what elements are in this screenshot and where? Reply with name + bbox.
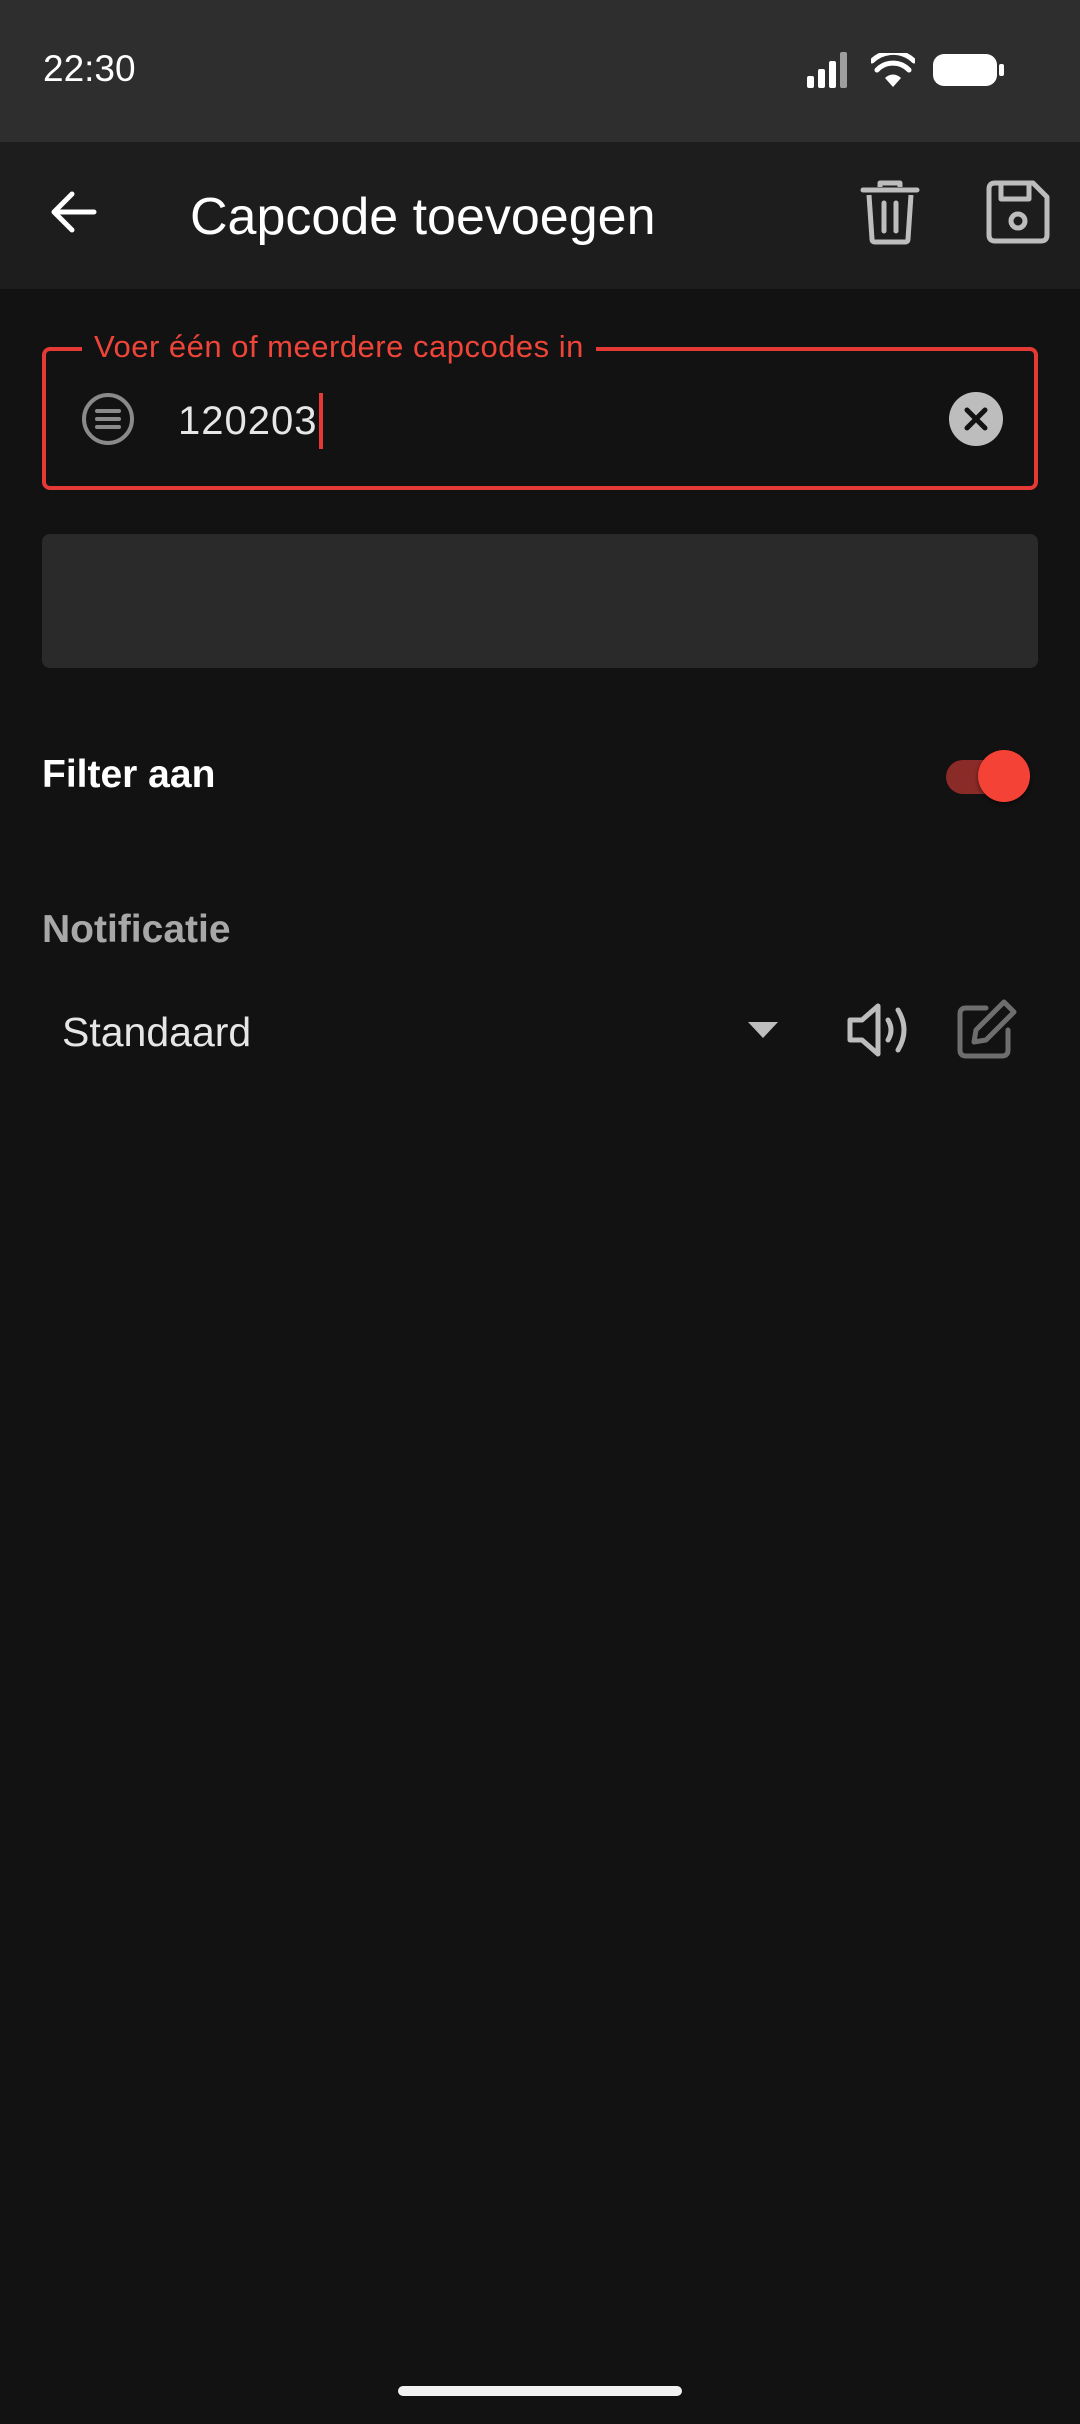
signal-icon	[807, 52, 853, 93]
edit-pencil-icon	[956, 999, 1018, 1064]
filter-toggle[interactable]	[946, 750, 1030, 802]
capcode-field-label: Voer één of meerdere capcodes in	[82, 325, 596, 369]
capcode-list-panel	[42, 534, 1038, 668]
back-arrow-icon	[50, 190, 98, 239]
notification-selected-value: Standaard	[62, 1009, 252, 1055]
trash-icon	[860, 179, 920, 250]
save-button[interactable]	[974, 172, 1062, 256]
capcode-input[interactable]: 120203	[178, 391, 324, 451]
speaker-icon	[846, 1003, 914, 1066]
wifi-icon	[869, 49, 917, 92]
capcode-input-value: 120203	[178, 398, 318, 443]
back-button[interactable]	[34, 174, 114, 254]
filter-toggle-thumb	[978, 750, 1030, 802]
edit-notification-button[interactable]	[956, 998, 1018, 1062]
list-circle-icon	[80, 391, 136, 447]
notification-dropdown[interactable]: Standaard	[42, 994, 802, 1070]
clear-circle-icon	[948, 392, 1004, 451]
status-icons	[807, 49, 1005, 93]
home-indicator[interactable]	[398, 2386, 682, 2396]
page-title: Capcode toevoegen	[190, 188, 656, 246]
filter-label: Filter aan	[42, 753, 216, 796]
text-cursor	[319, 393, 324, 449]
status-bar: 22:30	[0, 0, 1080, 142]
battery-icon	[933, 53, 1005, 92]
delete-button[interactable]	[848, 172, 932, 256]
app-bar: Capcode toevoegen	[0, 142, 1080, 289]
notification-section-title: Notificatie	[42, 908, 231, 951]
sound-button[interactable]	[846, 998, 914, 1062]
capcode-input-field[interactable]: Voer één of meerdere capcodes in 120203	[42, 325, 1038, 490]
dropdown-arrow-icon	[748, 1022, 778, 1043]
floppy-disk-icon	[985, 179, 1051, 250]
clear-input-button[interactable]	[948, 391, 1004, 447]
status-time: 22:30	[43, 48, 136, 89]
